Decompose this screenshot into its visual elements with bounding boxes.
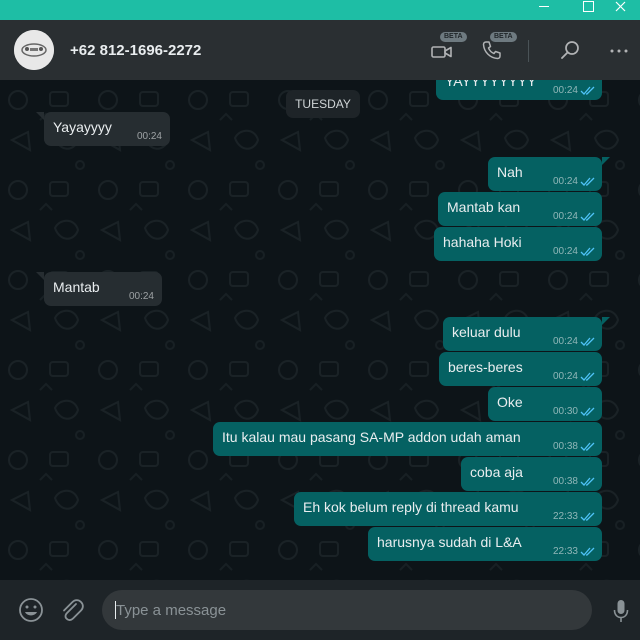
chat-header: +62 812-1696-2272 BETA BETA [0, 20, 640, 80]
message-text: Nah [497, 164, 523, 180]
message-time: 00:24 [552, 336, 578, 347]
text-cursor [115, 601, 116, 619]
beta-badge: BETA [490, 32, 517, 42]
contact-name[interactable]: +62 812-1696-2272 [70, 42, 201, 59]
menu-icon [610, 49, 628, 53]
message-bubble-incoming[interactable]: Mantab 00:24 [36, 272, 162, 306]
message-time: 00:24 [128, 291, 154, 302]
header-divider [528, 40, 529, 62]
bubble-tail [36, 112, 44, 120]
bubble-tail [36, 272, 44, 280]
read-ticks-icon [580, 547, 595, 556]
emoji-button[interactable] [18, 597, 44, 623]
message-bubble-outgoing[interactable]: harusnya sudah di L&A 22:33 [368, 527, 602, 561]
close-button[interactable] [600, 0, 640, 20]
read-ticks-icon [580, 337, 595, 346]
search-button[interactable] [558, 38, 584, 62]
read-ticks-icon [580, 177, 595, 186]
message-bubble-outgoing[interactable]: Eh kok belum reply di thread kamu 22:33 [294, 492, 602, 526]
composer-bar [0, 580, 640, 640]
message-bubble-outgoing[interactable]: Oke 00:30 [488, 387, 602, 421]
message-time: 00:24 [552, 246, 578, 257]
message-time: 00:24 [136, 131, 162, 142]
message-text: beres-beres [448, 359, 523, 375]
message-time: 22:33 [552, 546, 578, 557]
message-text: coba aja [470, 464, 523, 480]
message-text: Itu kalau mau pasang SA-MP addon udah am… [222, 429, 521, 445]
message-text: hahaha Hoki [443, 234, 522, 250]
message-time: 00:24 [552, 211, 578, 222]
voice-message-button[interactable] [612, 598, 630, 624]
minimize-button[interactable] [524, 0, 564, 20]
beta-badge: BETA [440, 32, 467, 42]
microphone-icon [613, 600, 629, 622]
message-time: 00:38 [552, 476, 578, 487]
attach-button[interactable] [60, 596, 84, 624]
message-bubble-outgoing[interactable]: beres-beres 00:24 [439, 352, 602, 386]
message-list[interactable]: TUESDAY YAYYYYYYYY 00:24 Yayayyyy 00:24 … [0, 80, 640, 580]
message-time: 00:38 [552, 441, 578, 452]
message-time: 00:30 [552, 406, 578, 417]
message-time: 00:24 [552, 85, 578, 96]
read-ticks-icon [580, 477, 595, 486]
avatar-logo-icon [14, 30, 54, 70]
message-time: 00:24 [552, 176, 578, 187]
message-input[interactable] [102, 590, 592, 630]
emoji-icon [19, 598, 43, 622]
message-text: harusnya sudah di L&A [377, 534, 522, 550]
video-call-button[interactable]: BETA [430, 32, 467, 62]
paperclip-icon [63, 599, 84, 621]
read-ticks-icon [580, 372, 595, 381]
close-icon [615, 1, 626, 12]
message-text: YAYYYYYYYY [445, 80, 537, 89]
message-text: Eh kok belum reply di thread kamu [303, 499, 519, 515]
message-bubble-outgoing[interactable]: YAYYYYYYYY 00:24 [436, 80, 602, 100]
message-time: 22:33 [552, 511, 578, 522]
read-ticks-icon [580, 442, 595, 451]
read-ticks-icon [580, 512, 595, 521]
message-bubble-outgoing[interactable]: hahaha Hoki 00:24 [434, 227, 602, 261]
search-icon [561, 41, 579, 59]
voice-call-button[interactable]: BETA [480, 32, 517, 62]
date-divider: TUESDAY [286, 90, 360, 118]
bubble-tail [602, 317, 610, 325]
message-time: 00:24 [552, 371, 578, 382]
message-bubble-outgoing[interactable]: Itu kalau mau pasang SA-MP addon udah am… [213, 422, 602, 456]
menu-button[interactable] [606, 38, 632, 62]
message-text: Oke [497, 394, 523, 410]
message-bubble-outgoing[interactable]: coba aja 00:38 [461, 457, 602, 491]
avatar[interactable] [14, 30, 54, 70]
message-text: Mantab [53, 279, 100, 295]
bubble-tail [602, 157, 610, 165]
message-bubble-incoming[interactable]: Yayayyyy 00:24 [36, 112, 170, 146]
read-ticks-icon [580, 86, 595, 95]
read-ticks-icon [580, 247, 595, 256]
message-bubble-outgoing[interactable]: Nah 00:24 [488, 157, 610, 191]
read-ticks-icon [580, 407, 595, 416]
message-bubble-outgoing[interactable]: Mantab kan 00:24 [438, 192, 602, 226]
message-text: Yayayyyy [53, 119, 112, 135]
read-ticks-icon [580, 212, 595, 221]
message-text: keluar dulu [452, 324, 521, 340]
message-bubble-outgoing[interactable]: keluar dulu 00:24 [443, 317, 610, 351]
message-text: Mantab kan [447, 199, 521, 215]
title-bar [0, 0, 640, 20]
